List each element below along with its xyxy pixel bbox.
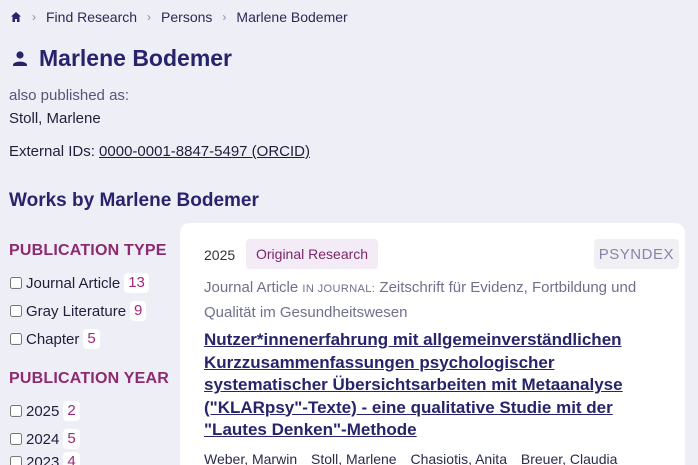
- in-journal-label: IN JOURNAL:: [302, 283, 376, 295]
- facet-count: 13: [124, 273, 149, 293]
- work-year: 2025: [204, 247, 236, 263]
- home-icon[interactable]: [10, 11, 22, 23]
- breadcrumb: › Find Research › Persons › Marlene Bode…: [10, 8, 348, 26]
- facet-title-type: PUBLICATION TYPE: [9, 242, 167, 259]
- facet-checkbox[interactable]: [10, 277, 22, 289]
- facet-count: 2: [63, 401, 80, 421]
- also-published-label: also published as:: [9, 87, 130, 104]
- facet-type-journal-article[interactable]: Journal Article 13: [9, 273, 149, 293]
- chevron-right-icon: ›: [32, 10, 36, 24]
- source-badge: PSYNDEX: [593, 239, 679, 269]
- facet-title-year: PUBLICATION YEAR: [9, 370, 169, 387]
- facet-count: 5: [83, 329, 100, 349]
- facet-year-2023[interactable]: 2023 4: [9, 452, 80, 465]
- facet-label: Gray Literature: [26, 302, 127, 320]
- facet-year-2024[interactable]: 2024 5: [9, 429, 80, 449]
- facet-count: 9: [130, 301, 147, 321]
- author-name[interactable]: Chasiotis, Anita: [410, 451, 507, 465]
- work-authors: Weber, Marwin Stoll, Marlene Chasiotis, …: [204, 451, 684, 465]
- page-title: Marlene Bodemer: [39, 45, 233, 71]
- work-type-badge: Original Research: [246, 239, 379, 269]
- facet-label: 2024: [26, 430, 60, 448]
- facet-label: 2023: [26, 453, 60, 465]
- facet-year-2025[interactable]: 2025 2: [9, 401, 80, 421]
- breadcrumb-current: Marlene Bodemer: [236, 9, 348, 25]
- alias-name: Stoll, Marlene: [9, 110, 101, 127]
- chevron-right-icon: ›: [147, 10, 152, 24]
- external-ids: External IDs: 0000-0001-8847-5497 (ORCID…: [9, 143, 310, 160]
- breadcrumb-persons[interactable]: Persons: [161, 9, 212, 25]
- facet-type-gray-literature[interactable]: Gray Literature 9: [9, 301, 147, 321]
- facet-checkbox[interactable]: [10, 333, 22, 345]
- facet-type-chapter[interactable]: Chapter 5: [9, 329, 100, 349]
- facet-label: 2025: [26, 402, 60, 420]
- works-heading: Works by Marlene Bodemer: [9, 190, 259, 211]
- work-card: 2025 Original Research PSYNDEX Journal A…: [180, 223, 685, 465]
- orcid-link[interactable]: 0000-0001-8847-5497 (ORCID): [99, 143, 310, 160]
- facet-label: Chapter: [26, 330, 80, 348]
- work-title-link[interactable]: Nutzer*innenerfahrung mit allgemeinverst…: [204, 329, 674, 442]
- facet-checkbox[interactable]: [10, 405, 22, 417]
- facet-checkbox[interactable]: [10, 305, 22, 317]
- person-icon: [13, 50, 27, 66]
- work-journal: Journal Article IN JOURNAL: Zeitschrift …: [204, 276, 674, 324]
- chevron-right-icon: ›: [222, 10, 227, 24]
- facet-checkbox[interactable]: [10, 456, 22, 465]
- facet-checkbox[interactable]: [10, 433, 22, 445]
- author-name[interactable]: Weber, Marwin: [204, 451, 297, 465]
- facet-label: Journal Article: [26, 274, 121, 292]
- author-name[interactable]: Breuer, Claudia: [521, 451, 618, 465]
- breadcrumb-find-research[interactable]: Find Research: [46, 9, 137, 25]
- work-pub-type: Journal Article: [204, 279, 299, 296]
- author-name[interactable]: Stoll, Marlene: [311, 451, 397, 465]
- external-ids-label: External IDs:: [9, 143, 95, 160]
- facet-count: 5: [63, 429, 80, 449]
- facet-count: 4: [63, 452, 80, 465]
- page-title-row: Marlene Bodemer: [10, 45, 232, 72]
